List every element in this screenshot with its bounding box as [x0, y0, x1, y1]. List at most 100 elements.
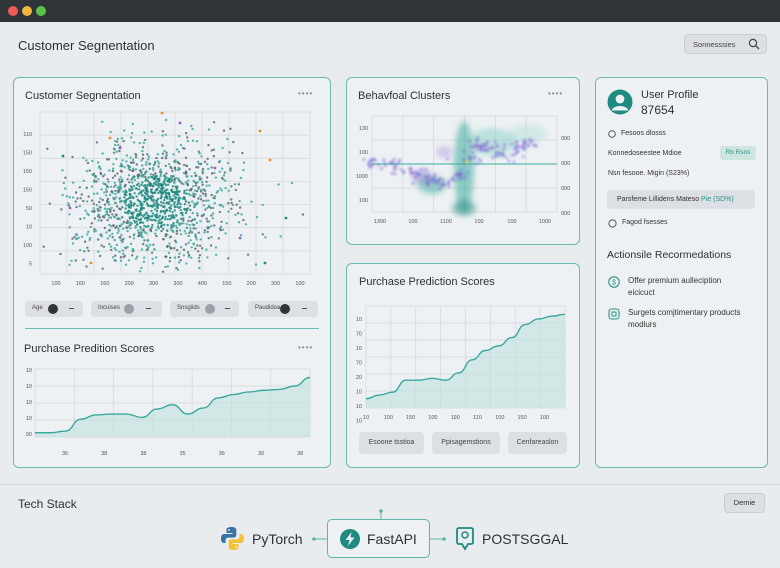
- purchase-left-menu-icon[interactable]: ••••: [298, 343, 313, 352]
- scatter-point: [190, 175, 193, 178]
- scatter-point: [290, 181, 294, 185]
- cluster-point: [471, 151, 475, 154]
- scatter-point: [103, 203, 107, 206]
- scatter-point: [92, 207, 96, 210]
- scatter-point: [156, 153, 159, 156]
- confirmation-button[interactable]: Cenfareaslon: [508, 432, 567, 454]
- products-label: Paudidoa: [255, 305, 281, 311]
- maximize-window-button[interactable]: [36, 6, 46, 16]
- behavioral-menu-icon[interactable]: ••••: [548, 89, 563, 98]
- cluster-point: [399, 168, 403, 171]
- scatter-point: [114, 139, 117, 143]
- scatter-point: [116, 137, 120, 141]
- scatter-point: [103, 207, 107, 210]
- scatter-point: [191, 200, 194, 203]
- scatter-point: [101, 267, 104, 270]
- minimize-window-button[interactable]: [22, 6, 32, 16]
- scatter-point: [140, 174, 144, 177]
- scatter-point: [178, 252, 181, 255]
- scatter-point: [151, 257, 154, 260]
- scatter-point: [159, 184, 163, 187]
- scatter-point: [98, 165, 101, 168]
- scatter-point: [123, 166, 126, 169]
- scatter-point: [123, 129, 126, 132]
- scatter-point: [173, 201, 176, 204]
- segments-control[interactable]: Snsgiids: [170, 301, 239, 317]
- scatter-point: [176, 203, 179, 206]
- cluster-point: [503, 143, 506, 146]
- scatter-point: [120, 234, 123, 237]
- scatter-point: [177, 222, 181, 225]
- profile-name: User Profile: [641, 89, 699, 101]
- scatter-point: [103, 216, 106, 219]
- scatter-point: [201, 183, 204, 186]
- scatter-point: [182, 254, 186, 257]
- scatter-point: [176, 200, 180, 203]
- scatter-point: [196, 214, 199, 217]
- close-window-button[interactable]: [8, 6, 18, 16]
- scatter-point: [46, 147, 49, 150]
- suggestions-button[interactable]: Ppisagemstions: [432, 432, 500, 454]
- scatter-point: [141, 242, 145, 246]
- scatter-point: [160, 224, 163, 228]
- scatter-point: [169, 235, 173, 238]
- search-box[interactable]: Sonnesssies: [684, 34, 767, 54]
- scatter-point: [197, 197, 200, 200]
- scatter-point: [194, 184, 198, 187]
- scatter-point: [165, 172, 168, 175]
- scatter-point: [156, 177, 159, 181]
- scatter-point: [143, 131, 146, 134]
- status-badge[interactable]: Rb Rsns: [720, 146, 756, 160]
- scatter-point: [74, 259, 78, 262]
- scatter-outlier-point: [178, 121, 182, 125]
- cluster-point: [369, 158, 373, 162]
- scatter-point: [124, 183, 127, 186]
- incomes-control[interactable]: Incuises: [91, 301, 162, 317]
- cluster-point: [496, 154, 499, 158]
- products-control[interactable]: Paudidoa: [248, 301, 318, 317]
- cluster-point: [437, 179, 441, 182]
- explore-button[interactable]: Esoone tsstioa: [359, 432, 424, 454]
- scatter-point: [90, 185, 94, 188]
- scatter-point: [113, 238, 116, 242]
- purchase-left-y-tick: 10: [26, 368, 32, 374]
- purchase-right-x-tick: 190: [451, 415, 460, 421]
- scatter-point: [128, 188, 131, 191]
- scatter-menu-icon[interactable]: ••••: [298, 89, 313, 98]
- cluster-point: [507, 159, 511, 163]
- scatter-point: [127, 174, 131, 177]
- scatter-point: [171, 211, 174, 214]
- scatter-point: [121, 159, 124, 162]
- scatter-point: [90, 222, 94, 225]
- scatter-point: [130, 212, 133, 215]
- age-knob[interactable]: [48, 304, 58, 314]
- scatter-point: [152, 173, 155, 177]
- scatter-point: [182, 248, 186, 251]
- scatter-point: [143, 172, 147, 176]
- scatter-point: [189, 227, 192, 230]
- cluster-point: [425, 181, 429, 184]
- scatter-point: [134, 208, 137, 212]
- scatter-point: [103, 191, 106, 194]
- age-control[interactable]: Age: [25, 301, 83, 317]
- scatter-point: [138, 270, 142, 273]
- scatter-point: [168, 177, 172, 181]
- demo-button[interactable]: Demie: [724, 493, 765, 513]
- scatter-point: [197, 187, 200, 190]
- scatter-point: [93, 180, 96, 184]
- cluster-point: [478, 157, 481, 161]
- scatter-point: [206, 230, 209, 234]
- scatter-point: [193, 171, 197, 175]
- scatter-point: [175, 187, 178, 190]
- purchase-right-x-tick: 150: [518, 415, 527, 421]
- incomes-knob[interactable]: [124, 304, 134, 314]
- scatter-point: [122, 227, 125, 230]
- scatter-point: [134, 257, 138, 260]
- radio-icon[interactable]: [608, 219, 617, 228]
- segments-knob[interactable]: [205, 304, 215, 314]
- scatter-point: [151, 166, 155, 170]
- scatter-point: [154, 208, 157, 211]
- scatter-point: [204, 192, 207, 196]
- profile-highlight-row[interactable]: Parsfeme Lillidens Mateso Pie (SD%): [607, 190, 755, 209]
- products-knob[interactable]: [280, 304, 290, 314]
